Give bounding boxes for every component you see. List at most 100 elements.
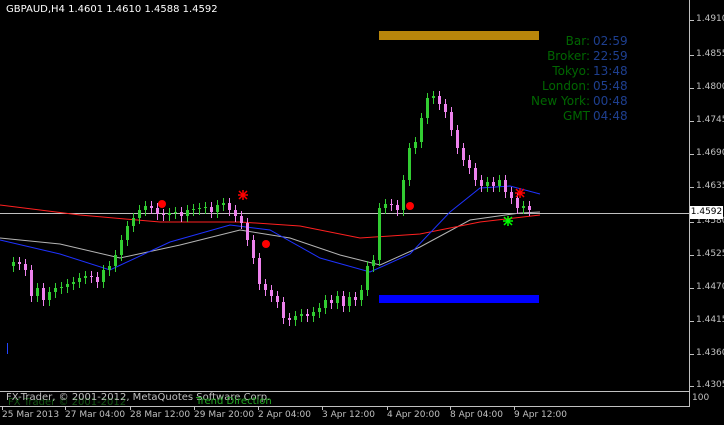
candle-body bbox=[174, 212, 177, 213]
candle-body bbox=[282, 302, 285, 318]
candle-body bbox=[132, 218, 135, 226]
candle-body bbox=[84, 276, 87, 278]
candle-body bbox=[138, 210, 141, 218]
clock-panel: Bar: 02:59 Broker: 22:59 Tokyo: 13:48 Londo… bbox=[520, 34, 642, 124]
time-label: 28 Mar 12:00 bbox=[130, 410, 191, 420]
candle-body bbox=[330, 300, 333, 303]
clock-label: London: bbox=[541, 79, 590, 93]
candle-body bbox=[126, 226, 129, 240]
indicator-label: Trend Direction bbox=[196, 396, 272, 407]
candle-body bbox=[36, 288, 39, 296]
candle-body bbox=[504, 180, 507, 192]
candle-body bbox=[240, 216, 243, 223]
candle-body bbox=[378, 208, 381, 260]
sell-signal-dot bbox=[406, 202, 414, 210]
candle-body bbox=[528, 206, 531, 210]
candle-body bbox=[324, 300, 327, 308]
candle-body bbox=[438, 96, 441, 104]
resistance-zone-bar[interactable] bbox=[379, 31, 539, 40]
price-label: 1.4910 bbox=[696, 14, 724, 24]
candle-body bbox=[480, 180, 483, 186]
time-label: 29 Mar 20:00 bbox=[194, 410, 255, 420]
clock-label: GMT bbox=[563, 109, 590, 123]
clock-row-london: London: 05:48 bbox=[520, 79, 642, 94]
candle-body bbox=[360, 290, 363, 300]
candle-body bbox=[336, 296, 339, 303]
candle-body bbox=[78, 278, 81, 282]
sell-star-icon bbox=[515, 188, 525, 198]
subwindow-max-label: 100 bbox=[692, 393, 710, 403]
candle-body bbox=[414, 142, 417, 148]
time-label: 27 Mar 04:00 bbox=[65, 410, 126, 420]
candle-body bbox=[24, 264, 27, 270]
candle-body bbox=[456, 130, 459, 148]
price-label: 1.4360 bbox=[696, 348, 724, 358]
candle-body bbox=[108, 266, 111, 270]
candle-body bbox=[468, 160, 471, 168]
candle-body bbox=[102, 270, 105, 282]
candle-body bbox=[18, 262, 21, 264]
time-label: 9 Apr 12:00 bbox=[514, 410, 567, 420]
candle-body bbox=[270, 290, 273, 296]
clock-label: New York: bbox=[531, 94, 590, 108]
candle-body bbox=[204, 207, 207, 208]
candle-body bbox=[216, 205, 219, 212]
candle-body bbox=[510, 192, 513, 198]
buy-star-icon bbox=[503, 216, 513, 226]
clock-row-gmt: GMT 04:48 bbox=[520, 109, 642, 124]
time-label: 2 Apr 04:00 bbox=[258, 410, 311, 420]
candle-body bbox=[30, 270, 33, 296]
candle-body bbox=[156, 208, 159, 214]
current-price-tag: 1.4592 bbox=[690, 206, 723, 219]
candle-body bbox=[192, 209, 195, 210]
candle-body bbox=[66, 284, 69, 287]
candle-body bbox=[348, 297, 351, 306]
candle-body bbox=[432, 96, 435, 98]
candle-body bbox=[222, 203, 225, 205]
price-label: 1.4415 bbox=[696, 315, 724, 325]
candle-body bbox=[312, 312, 315, 316]
candle-body bbox=[294, 316, 297, 320]
price-label: 1.4470 bbox=[696, 282, 724, 292]
candle-body bbox=[384, 204, 387, 208]
candle-body bbox=[420, 118, 423, 142]
price-label: 1.4745 bbox=[696, 115, 724, 125]
support-zone-bar[interactable] bbox=[379, 295, 539, 303]
candle-body bbox=[474, 168, 477, 180]
candle-body bbox=[366, 266, 369, 290]
clock-value: 04:48 bbox=[593, 109, 628, 123]
candle-body bbox=[390, 204, 393, 205]
clock-row-newyork: New York: 00:48 bbox=[520, 94, 642, 109]
candle-body bbox=[498, 180, 501, 186]
candle-body bbox=[186, 210, 189, 216]
clock-value: 13:48 bbox=[593, 64, 628, 78]
candle-body bbox=[342, 296, 345, 306]
candle-body bbox=[444, 104, 447, 112]
symbol-info: GBPAUD,H4 1.4601 1.4610 1.4588 1.4592 bbox=[6, 4, 218, 15]
candle-body bbox=[288, 318, 291, 320]
price-label: 1.4635 bbox=[696, 181, 724, 191]
candle-body bbox=[372, 260, 375, 266]
time-label: 4 Apr 20:00 bbox=[387, 410, 440, 420]
candle-body bbox=[402, 180, 405, 210]
candle-body bbox=[354, 297, 357, 300]
clock-value: 22:59 bbox=[593, 49, 628, 63]
candle-body bbox=[150, 206, 153, 208]
candle-body bbox=[246, 223, 249, 240]
time-label: 8 Apr 04:00 bbox=[450, 410, 503, 420]
candle-body bbox=[486, 182, 489, 186]
candle-body bbox=[522, 206, 525, 208]
clock-label: Bar: bbox=[565, 34, 590, 48]
candle-body bbox=[48, 292, 51, 300]
candle-body bbox=[42, 288, 45, 300]
clock-label: Tokyo: bbox=[552, 64, 590, 78]
candle-body bbox=[72, 282, 75, 284]
candle-body bbox=[276, 296, 279, 302]
time-label: 3 Apr 12:00 bbox=[322, 410, 375, 420]
price-label: 1.4800 bbox=[696, 82, 724, 92]
clock-value: 00:48 bbox=[593, 94, 628, 108]
clock-value: 02:59 bbox=[593, 34, 628, 48]
candle-body bbox=[114, 255, 117, 266]
sell-signal-dot bbox=[262, 240, 270, 248]
candle-body bbox=[144, 206, 147, 210]
